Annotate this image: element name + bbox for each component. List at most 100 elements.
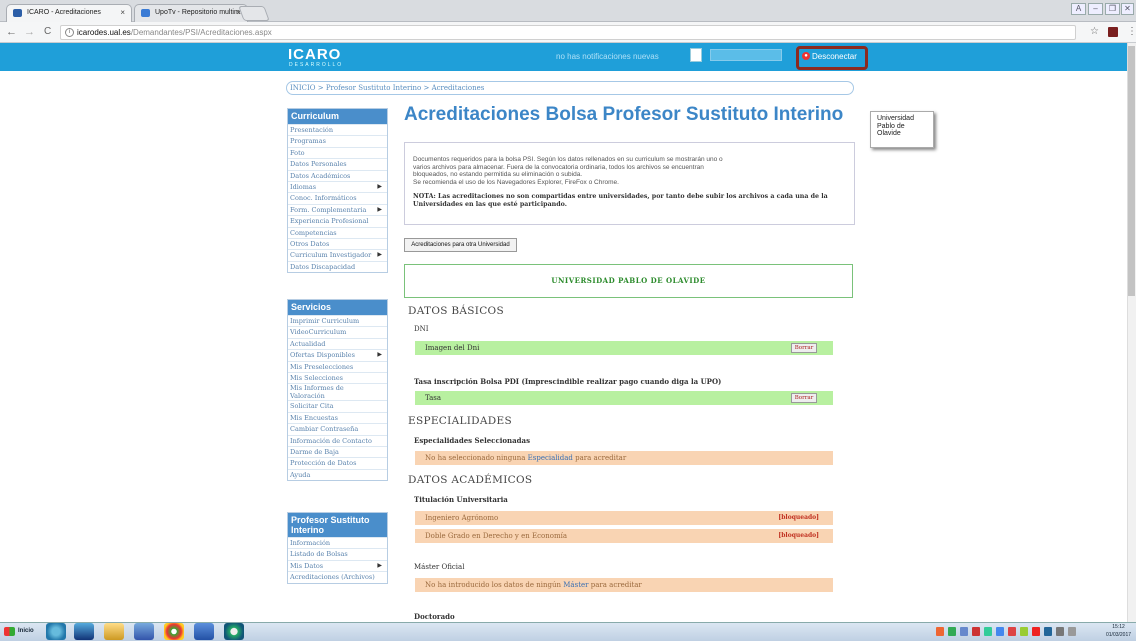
power-icon[interactable]: ●	[802, 52, 810, 60]
delete-button[interactable]: Borrar	[791, 393, 817, 403]
taskbar-clock[interactable]: 15:12 01/03/2017	[1106, 623, 1131, 639]
back-icon[interactable]: ←	[6, 24, 17, 40]
dni-file-link[interactable]: Imagen del Dni	[425, 344, 479, 352]
tray-icon[interactable]	[1020, 627, 1028, 636]
sidebar-item[interactable]: VideoCurriculum	[288, 326, 387, 337]
sidebar-item[interactable]: Programas	[288, 135, 387, 146]
university-card[interactable]: Universidad Pablo de Olavide	[870, 111, 934, 148]
description-line: varios archivos para almacenar. Fuera de…	[413, 163, 704, 171]
notifications-box[interactable]	[690, 48, 702, 62]
sidebar-item[interactable]: Información de Contacto	[288, 434, 387, 446]
chrome-taskbar-icon[interactable]	[164, 623, 184, 640]
sidebar-item[interactable]: Form. Complementaria ▶	[288, 203, 387, 215]
tray-icon[interactable]	[1044, 627, 1052, 636]
sidebar-item[interactable]: Solicitar Cita	[288, 400, 387, 411]
doctorado-label: Doctorado	[414, 612, 455, 621]
start-button[interactable]: Inicio	[2, 624, 40, 639]
sidebar-item[interactable]: Competencias	[288, 226, 387, 238]
close-window-button[interactable]: ✕	[1121, 3, 1134, 15]
sidebar-item[interactable]: Datos Académicos	[288, 169, 387, 181]
tray-icon[interactable]	[984, 627, 992, 636]
sidebar-item[interactable]: Darme de Baja	[288, 446, 387, 457]
tab-icaro[interactable]: ICARO - Acreditaciones ×	[6, 4, 132, 22]
sidebar-item[interactable]: Protección de Datos	[288, 457, 387, 468]
titulacion-row: Ingeniero Agrónomo [bloqueado]	[415, 511, 833, 525]
sidebar-item[interactable]: Otros Datos	[288, 238, 387, 249]
clock-time: 15:12	[1112, 624, 1125, 630]
sidebar-item[interactable]: Mis Preselecciones	[288, 360, 387, 372]
tab-upotv[interactable]: UpoTv - Repositorio multim ×	[134, 4, 248, 22]
sidebar-item[interactable]: Mis Selecciones	[288, 372, 387, 383]
sidebar-item[interactable]: Actualidad	[288, 337, 387, 349]
sidebar-item[interactable]: Datos Discapacidad	[288, 260, 387, 272]
delete-button[interactable]: Borrar	[791, 343, 817, 353]
tray-icon[interactable]	[936, 627, 944, 636]
breadcrumb[interactable]: INICIO > Profesor Sustituto Interino > A…	[286, 81, 854, 95]
section-title: DATOS BÁSICOS	[408, 305, 504, 317]
volume-icon[interactable]	[1068, 627, 1076, 636]
tray-icon[interactable]	[972, 627, 980, 636]
app-taskbar-icon[interactable]	[74, 623, 94, 640]
sidebar-item[interactable]: Conoc. Informáticos	[288, 192, 387, 203]
url-input[interactable]: i icarodes.ual.es/Demandantes/PSI/Acredi…	[60, 25, 1076, 40]
empty-text: para acreditar	[572, 454, 627, 462]
especialidades-row: No ha seleccionado ninguna Especialidad …	[415, 451, 833, 465]
app-taskbar-icon[interactable]	[224, 623, 244, 640]
tab-icaro-label: ICARO - Acreditaciones	[27, 9, 101, 16]
remote-desktop-taskbar-icon[interactable]	[134, 623, 154, 640]
word-taskbar-icon[interactable]	[194, 623, 214, 640]
tray-icon[interactable]	[948, 627, 956, 636]
bookmark-star-icon[interactable]: ☆	[1090, 24, 1099, 40]
windows-logo-icon	[4, 627, 15, 636]
new-tab-button[interactable]	[238, 6, 270, 21]
sidebar-item[interactable]: Presentación	[288, 124, 387, 135]
disconnect-link[interactable]: Desconectar	[812, 52, 857, 61]
sidebar-item[interactable]: Acreditaciones (Archivos)	[288, 571, 387, 582]
icaro-favicon-icon	[13, 9, 22, 17]
sidebar-item[interactable]: Información	[288, 537, 387, 548]
tasa-file-link[interactable]: Tasa	[425, 394, 441, 402]
profile-button[interactable]: A	[1071, 3, 1086, 15]
sidebar-item[interactable]: Mis Informes de Valoración	[288, 383, 387, 400]
especialidades-label: Especialidades Seleccionadas	[414, 436, 531, 445]
empty-text: para acreditar	[588, 581, 642, 589]
sidebar-item[interactable]: Cambiar Contraseña	[288, 423, 387, 434]
network-icon[interactable]	[1056, 627, 1064, 636]
ie-taskbar-icon[interactable]	[46, 623, 66, 640]
tasa-label: Tasa inscripción Bolsa PDI (Imprescindib…	[414, 377, 722, 386]
sidebar-item[interactable]: Curriculum Investigador ▶	[288, 249, 387, 260]
notifications-text[interactable]: no has notificaciones nuevas	[556, 52, 659, 61]
minimize-button[interactable]: –	[1088, 3, 1103, 15]
chrome-menu-icon[interactable]: ⋮	[1127, 24, 1136, 40]
tray-icon[interactable]	[1008, 627, 1016, 636]
sidebar-item[interactable]: Listado de Bolsas	[288, 548, 387, 559]
other-university-button[interactable]: Acreditaciones para otra Universidad	[404, 238, 517, 252]
tray-icon[interactable]	[996, 627, 1004, 636]
tray-icon[interactable]	[1032, 627, 1040, 636]
especialidad-link[interactable]: Especialidad	[528, 454, 573, 462]
sidebar-servicios: Servicios Imprimir Curriculum VideoCurri…	[287, 299, 388, 482]
sidebar-item[interactable]: Datos Personales	[288, 158, 387, 169]
sidebar-item[interactable]: Mis Encuestas	[288, 411, 387, 423]
tab-close-icon[interactable]: ×	[120, 5, 125, 21]
info-icon[interactable]: i	[65, 28, 74, 37]
url-path: /Demandantes/PSI/Acreditaciones.aspx	[130, 28, 272, 37]
icaro-logo[interactable]: ICARO	[288, 46, 341, 63]
reload-icon[interactable]: C	[44, 24, 51, 40]
scrollbar-thumb[interactable]	[1128, 46, 1135, 296]
folder-taskbar-icon[interactable]	[104, 623, 124, 640]
master-link[interactable]: Máster	[563, 581, 588, 589]
maximize-button[interactable]: ❐	[1105, 3, 1120, 15]
sidebar-item[interactable]: Ayuda	[288, 468, 387, 480]
browser-window: ICARO - Acreditaciones × UpoTv - Reposit…	[0, 0, 1136, 641]
locked-status: [bloqueado]	[778, 514, 819, 521]
extension-icon[interactable]	[1108, 27, 1118, 37]
sidebar-item[interactable]: Imprimir Curriculum	[288, 315, 387, 326]
sidebar-item[interactable]: Mis Datos ▶	[288, 559, 387, 571]
sidebar-item[interactable]: Ofertas Disponibles ▶	[288, 349, 387, 360]
sidebar-item[interactable]: Idiomas ▶	[288, 181, 387, 192]
sidebar-item[interactable]: Experiencia Profesional	[288, 215, 387, 226]
tray-icon[interactable]	[960, 627, 968, 636]
sidebar-item[interactable]: Foto	[288, 146, 387, 158]
forward-icon[interactable]: →	[24, 24, 35, 40]
